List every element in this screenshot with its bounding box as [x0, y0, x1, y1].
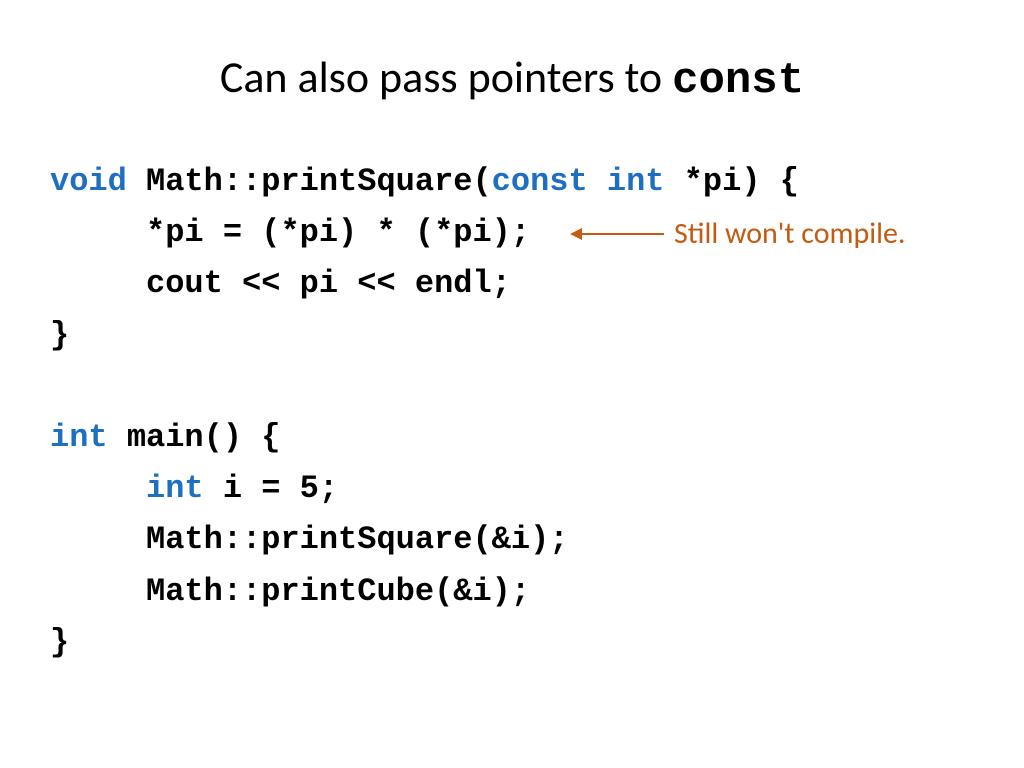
code-line-6: int main() {: [50, 412, 974, 463]
code-line-5: [50, 361, 974, 412]
code-line-1: void Math::printSquare(const int *pi) {: [50, 156, 974, 207]
arrow-icon: [572, 233, 664, 235]
code-line-10: }: [50, 617, 974, 668]
code-line-9: Math::printCube(&i);: [50, 566, 974, 617]
code-line-4: }: [50, 310, 974, 361]
annotation-text: Still won't compile.: [674, 210, 906, 258]
code-line-3: cout << pi << endl;: [50, 258, 974, 309]
slide-title: Can also pass pointers to const: [50, 50, 974, 106]
code-block: void Math::printSquare(const int *pi) { …: [50, 156, 974, 668]
title-mono: const: [672, 56, 804, 106]
code-line-7: int i = 5;: [50, 463, 974, 514]
code-line-8: Math::printSquare(&i);: [50, 514, 974, 565]
title-text: Can also pass pointers to: [220, 50, 672, 104]
annotation-callout: Still won't compile.: [572, 210, 906, 258]
slide: Can also pass pointers to const void Mat…: [0, 0, 1024, 708]
